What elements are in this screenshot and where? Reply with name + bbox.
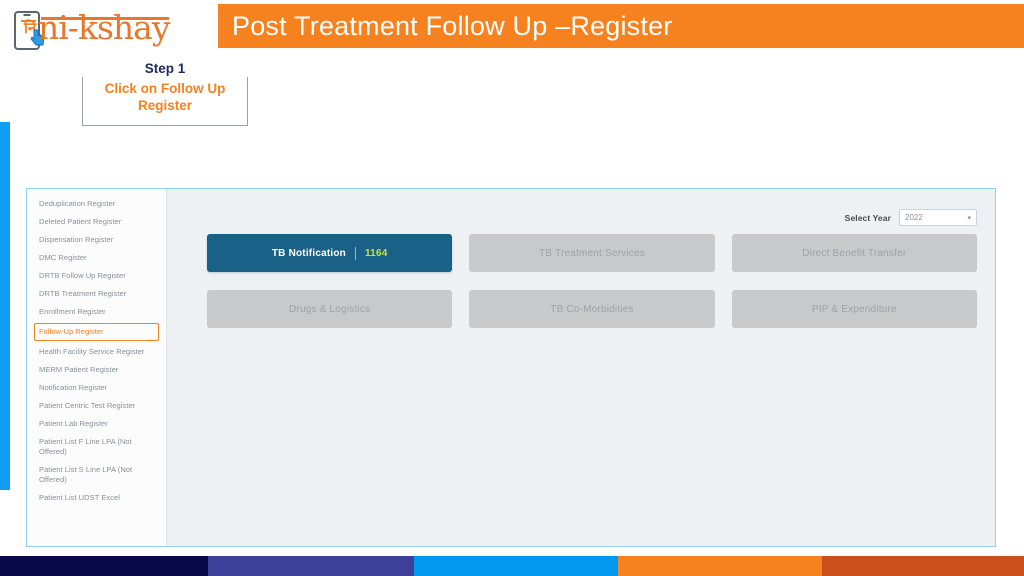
sidebar-item-patient-list-f-line-lpa[interactable]: Patient List F Line LPA (Not Offered) bbox=[27, 433, 166, 461]
year-select-dropdown[interactable]: 2022 ▾ bbox=[899, 209, 977, 226]
tile-drugs-and-logistics[interactable]: Drugs & Logistics bbox=[207, 290, 453, 328]
register-content-area: Select Year 2022 ▾ TB Notification 1164 … bbox=[167, 189, 995, 546]
sidebar-item-patient-lab-register[interactable]: Patient Lab Register bbox=[27, 415, 166, 433]
step-callout-label: Step 1 bbox=[82, 60, 248, 77]
tile-tb-co-morbidities[interactable]: TB Co-Morbidities bbox=[469, 290, 715, 328]
sidebar-item-deleted-patient-register[interactable]: Deleted Patient Register bbox=[27, 213, 166, 231]
bottom-bar-segment-2 bbox=[208, 556, 414, 576]
register-sidebar[interactable]: Deduplication Register Deleted Patient R… bbox=[27, 189, 167, 546]
tile-pip-and-expenditure[interactable]: PIP & Expenditure bbox=[731, 290, 977, 328]
page-title: Post Treatment Follow Up –Register bbox=[232, 10, 673, 41]
year-select-value: 2022 bbox=[905, 213, 923, 222]
title-banner: Post Treatment Follow Up –Register bbox=[218, 4, 1024, 48]
sidebar-item-health-facility-service-register[interactable]: Health Facility Service Register bbox=[27, 343, 166, 361]
tile-divider bbox=[354, 246, 356, 260]
sidebar-item-dmc-register[interactable]: DMC Register bbox=[27, 249, 166, 267]
bottom-bar-segment-1 bbox=[0, 556, 208, 576]
bottom-bar-segment-4 bbox=[618, 556, 822, 576]
slide-root: नि ni-kshay Post Treatment Follow Up –Re… bbox=[0, 0, 1024, 576]
module-tile-grid: TB Notification 1164 TB Treatment Servic… bbox=[207, 234, 977, 328]
sidebar-item-drtb-treatment-register[interactable]: DRTB Treatment Register bbox=[27, 285, 166, 303]
sidebar-item-patient-list-s-line-lpa[interactable]: Patient List S Line LPA (Not Offered) bbox=[27, 461, 166, 489]
sidebar-item-dispensation-register[interactable]: Dispensation Register bbox=[27, 231, 166, 249]
sidebar-item-follow-up-register[interactable]: Follow-Up Register bbox=[34, 323, 159, 341]
logo-wordmark: ni-kshay bbox=[38, 8, 170, 47]
year-filter: Select Year 2022 ▾ bbox=[845, 209, 977, 226]
tile-tb-notification-count: 1164 bbox=[364, 247, 388, 259]
ni-kshay-logo: नि ni-kshay bbox=[8, 6, 188, 56]
tile-tb-treatment-services[interactable]: TB Treatment Services bbox=[469, 234, 715, 272]
step-number-text: Step 1 bbox=[136, 61, 194, 76]
sidebar-item-drtb-follow-up-register[interactable]: DRTB Follow Up Register bbox=[27, 267, 166, 285]
sidebar-item-deduplication-register[interactable]: Deduplication Register bbox=[27, 195, 166, 213]
bottom-color-bar bbox=[0, 556, 1024, 576]
sidebar-item-enrollment-register[interactable]: Enrollment Register bbox=[27, 303, 166, 321]
sidebar-item-patient-list-udst-excel[interactable]: Patient List UDST Excel bbox=[27, 489, 166, 507]
sidebar-item-patient-centric-test-register[interactable]: Patient Centric Test Register bbox=[27, 397, 166, 415]
bottom-bar-segment-3 bbox=[414, 556, 618, 576]
sidebar-item-merm-patient-register[interactable]: MERM Patient Register bbox=[27, 361, 166, 379]
application-screenshot-panel: Deduplication Register Deleted Patient R… bbox=[26, 188, 996, 547]
chevron-down-icon: ▾ bbox=[967, 214, 971, 222]
select-year-label: Select Year bbox=[844, 212, 891, 223]
left-accent-strip bbox=[0, 122, 10, 490]
tile-tb-notification-content: TB Notification 1164 bbox=[271, 246, 388, 260]
tile-direct-benefit-transfer[interactable]: Direct Benefit Transfer bbox=[731, 234, 977, 272]
step-callout-instruction: Click on Follow Up Register bbox=[104, 81, 226, 113]
tile-tb-notification-label: TB Notification bbox=[271, 247, 346, 259]
sidebar-item-notification-register[interactable]: Notification Register bbox=[27, 379, 166, 397]
tile-tb-notification[interactable]: TB Notification 1164 bbox=[207, 234, 453, 272]
bottom-bar-segment-5 bbox=[822, 556, 1024, 576]
